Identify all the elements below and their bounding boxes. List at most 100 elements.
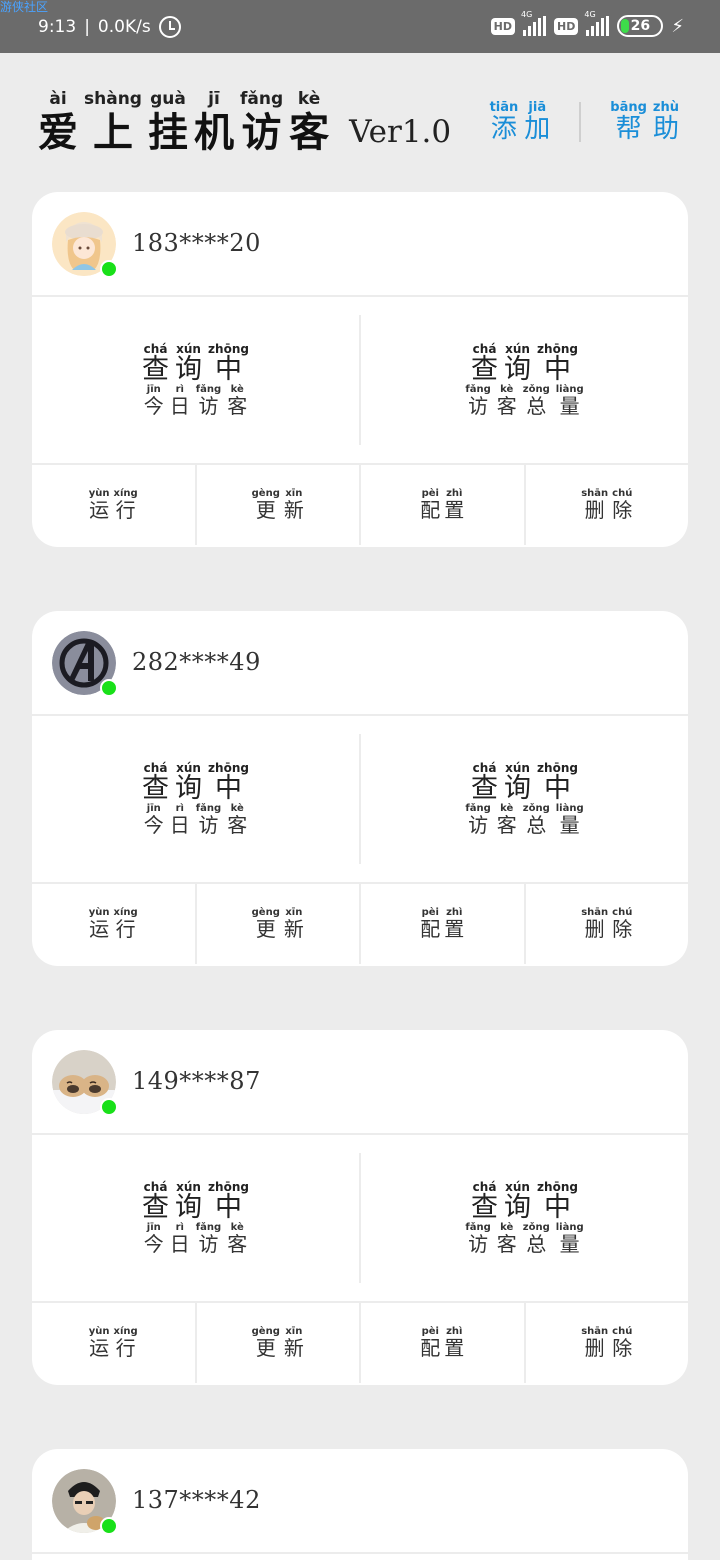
status-left: 9:13 | 0.0K/s [38, 16, 181, 38]
add-button[interactable]: tiān 添 jiā 加 [487, 101, 554, 143]
total-visitors-label: fǎng 访 kè 客 zǒng 总 liàng 量 [462, 803, 586, 837]
hanzi: 查 [142, 773, 170, 805]
hanzi: 客 [227, 812, 248, 837]
ruby-char: zhì 置 [444, 1327, 464, 1359]
delete-button[interactable]: shān 删 chú 除 [523, 1303, 689, 1383]
ruby-char: zǒng 总 [523, 1222, 550, 1255]
ruby-char: zhōng 中 [537, 762, 578, 803]
today-visitors-stat: chá 查 xún 询 zhōng 中 jīn 今 rì 日 fǎng 访 kè 客 [32, 716, 359, 882]
net-speed: 0.0K/s [97, 17, 151, 37]
hanzi: 日 [169, 393, 190, 418]
account-number: 282****49 [132, 648, 261, 676]
pinyin: guà [150, 89, 186, 109]
config-button[interactable]: pèi 配 zhì 置 [359, 1303, 524, 1383]
ruby-char: chá 查 [471, 1181, 498, 1222]
total-visitors-stat: chá 查 xún 询 zhōng 中 fǎng 访 kè 客 zǒng 总 liàng 量 [361, 716, 688, 882]
card-stats: chá 查 xún 询 zhōng 中 jīn 今 rì 日 fǎng 访 kè 客 chá 查 xún 询 z… [32, 297, 688, 465]
ruby-char: pèi 配 [420, 489, 440, 521]
ruby-char: fǎng 访 [196, 384, 221, 417]
hanzi: 中 [544, 773, 571, 805]
hanzi: 助 [652, 114, 679, 144]
hanzi: 日 [169, 812, 190, 837]
hanzi: 中 [215, 1192, 242, 1224]
pinyin: fǎng [239, 89, 284, 109]
hanzi: 配 [420, 498, 441, 522]
ruby-char: jīn 今 [144, 384, 164, 417]
hanzi: 帮 [615, 114, 642, 144]
ruby-char: rì 日 [169, 384, 190, 418]
ruby-char: liàng 量 [556, 1222, 584, 1256]
hanzi: 爱 [38, 109, 78, 156]
hanzi: 量 [559, 1231, 580, 1256]
pinyin: zhù [652, 100, 679, 115]
hanzi: 总 [526, 393, 547, 418]
update-button[interactable]: gèng 更 xīn 新 [194, 465, 360, 545]
ruby-char: rì 日 [169, 803, 190, 837]
ruby-char: zhōng 中 [208, 762, 249, 803]
hanzi: 删 [584, 917, 605, 941]
hanzi: 置 [444, 498, 465, 522]
app-version: Ver1.0 [349, 114, 452, 150]
hanzi: 客 [227, 1231, 248, 1256]
card-header: 137****42 [32, 1449, 688, 1554]
hanzi: 查 [471, 354, 499, 386]
run-button[interactable]: yùn 运 xíng 行 [32, 884, 195, 964]
hanzi: 量 [559, 393, 580, 418]
hanzi: 访 [198, 812, 219, 837]
ruby-char: xún 询 [175, 762, 202, 803]
signal-icon-2: 4G [584, 10, 610, 36]
hanzi: 总 [526, 812, 547, 837]
ruby-char: zhōng 中 [208, 1181, 249, 1222]
app-header: ài 爱 shàng 上 guà 挂 jī 机 fǎng 访 kè 客 Ver1.0 tiān 添 jiā… [0, 53, 720, 183]
ruby-char: xíng 行 [114, 908, 138, 940]
ruby-char: bāng 帮 [610, 101, 647, 143]
ruby-char: zhù 助 [653, 101, 679, 143]
config-button[interactable]: pèi 配 zhì 置 [359, 465, 524, 545]
hanzi: 中 [544, 354, 571, 386]
ruby-char: xíng 行 [114, 489, 138, 521]
hanzi: 更 [255, 917, 276, 941]
hanzi: 运 [89, 917, 110, 941]
ruby-char: shān 删 [581, 1327, 608, 1359]
update-button[interactable]: gèng 更 xīn 新 [194, 884, 360, 964]
run-button[interactable]: yùn 运 xíng 行 [32, 1303, 195, 1383]
network-type-label: 4G [521, 10, 533, 19]
ruby-char: gèng 更 [252, 908, 280, 940]
config-button[interactable]: pèi 配 zhì 置 [359, 884, 524, 964]
ruby-char: xún 询 [504, 1181, 531, 1222]
total-visitors-value: chá 查 xún 询 zhōng 中 [468, 343, 581, 384]
today-visitors-value: chá 查 xún 询 zhōng 中 [139, 343, 252, 384]
hanzi: 中 [215, 354, 242, 386]
ruby-char: pèi 配 [420, 1327, 440, 1359]
hanzi: 置 [444, 1336, 465, 1360]
delete-button[interactable]: shān 删 chú 除 [523, 465, 689, 545]
hanzi: 加 [524, 114, 551, 144]
card-header: 183****20 [32, 192, 688, 297]
update-button[interactable]: gèng 更 xīn 新 [194, 1303, 360, 1383]
run-button[interactable]: yùn 运 xíng 行 [32, 465, 195, 545]
total-visitors-label: fǎng 访 kè 客 zǒng 总 liàng 量 [462, 384, 586, 418]
hanzi: 查 [471, 773, 499, 805]
ruby-char: chá 查 [471, 762, 498, 803]
hanzi: 询 [175, 354, 203, 386]
ruby-char: kè 客 [227, 803, 248, 837]
ruby-char: jī 机 [194, 91, 234, 154]
ruby-char: yùn 运 [89, 908, 110, 940]
hanzi: 配 [420, 917, 441, 941]
hanzi: 日 [169, 1231, 190, 1256]
online-status-dot [100, 1517, 118, 1535]
ruby-char: jiā 加 [524, 101, 550, 143]
pinyin: ài [49, 89, 67, 109]
ruby-char: kè 客 [227, 1222, 248, 1256]
ruby-char: fǎng 访 [465, 384, 490, 417]
delete-button[interactable]: shān 删 chú 除 [523, 884, 689, 964]
hanzi: 访 [241, 109, 282, 156]
ruby-char: chá 查 [142, 762, 169, 803]
ruby-char: tiān 添 [490, 101, 519, 143]
online-status-dot [100, 260, 118, 278]
ruby-char: chú 除 [612, 1327, 632, 1359]
ruby-char: zhōng 中 [537, 1181, 578, 1222]
help-button[interactable]: bāng 帮 zhù 助 [607, 101, 682, 143]
hanzi: 除 [612, 1336, 633, 1360]
hanzi: 上 [92, 109, 133, 156]
